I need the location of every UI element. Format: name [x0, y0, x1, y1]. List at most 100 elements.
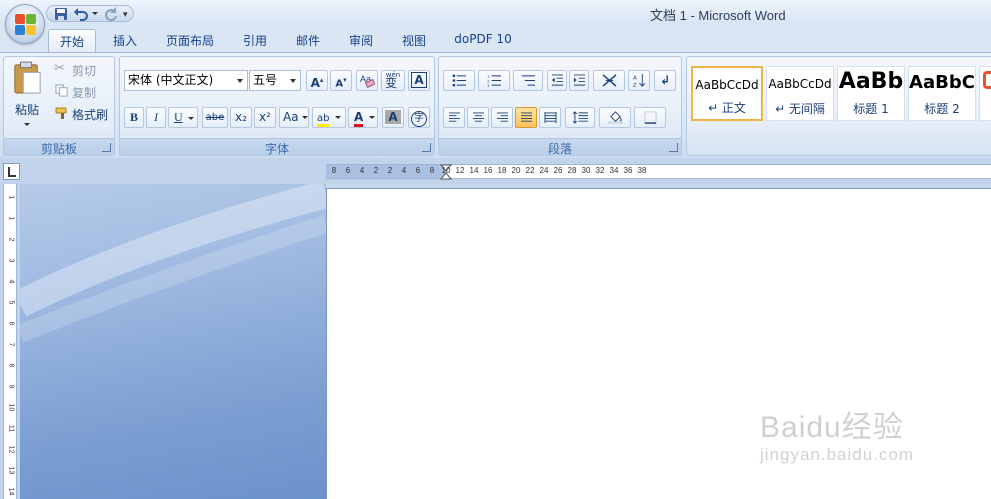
bullets-button[interactable] [443, 70, 475, 91]
paragraph-dialog-launcher-icon[interactable] [669, 143, 678, 152]
tab-label: 引用 [242, 34, 267, 48]
style-heading-1[interactable]: AaBb 标题 1 [837, 66, 905, 121]
bold-button[interactable]: B [124, 107, 144, 128]
font-dialog-launcher-icon[interactable] [422, 143, 431, 152]
tab-references[interactable]: 引用 [232, 29, 278, 52]
undo-icon[interactable] [73, 6, 89, 22]
chinese-layout-button[interactable] [593, 70, 625, 91]
style-name: ↵ 正文 [708, 101, 746, 115]
shading-icon: A [385, 110, 401, 124]
cut-button[interactable]: ✂ 剪切 [52, 61, 112, 79]
line-spacing-button[interactable] [565, 107, 595, 128]
align-center-button[interactable] [467, 107, 489, 128]
undo-dropdown-icon[interactable] [92, 12, 98, 15]
format-painter-label: 格式刷 [72, 108, 109, 122]
style-no-spacing[interactable]: AaBbCcDd ↵ 无间隔 [766, 66, 834, 121]
ruler-mark: 8 [331, 166, 337, 175]
show-hide-marks-button[interactable]: ↲ [654, 70, 676, 91]
character-border-button[interactable]: A [408, 70, 430, 91]
tab-view[interactable]: 视图 [391, 29, 437, 52]
subscript-button[interactable]: x₂ [230, 107, 252, 128]
style-heading-3[interactable] [979, 66, 991, 121]
font-size-select[interactable]: 五号 [249, 70, 301, 91]
copy-icon [55, 84, 68, 97]
ruler-mark: 36 [623, 166, 633, 175]
save-icon[interactable] [53, 6, 69, 22]
horizontal-ruler[interactable]: 8 6 4 2 2 4 6 8 10 12 14 16 18 20 22 24 26 28 30 32 34 36 38 [326, 164, 991, 180]
decrease-indent-button[interactable] [547, 70, 567, 91]
style-partial-icon [983, 71, 991, 89]
paste-icon [14, 61, 41, 94]
chevron-down-icon [237, 79, 243, 83]
strikethrough-button[interactable]: abe [202, 107, 228, 128]
vertical-ruler[interactable]: 1 1 2 3 4 5 6 7 8 9 10 11 12 13 14 [0, 184, 20, 499]
style-heading-2[interactable]: AaBbC 标题 2 [908, 66, 976, 121]
tab-page-layout[interactable]: 页面布局 [158, 29, 222, 52]
copy-label: 复制 [72, 86, 97, 100]
align-right-button[interactable] [491, 107, 513, 128]
increase-indent-button[interactable] [569, 70, 589, 91]
line-spacing-icon [572, 111, 588, 124]
ruler-mark: 6 [415, 166, 421, 175]
phonetic-guide-button[interactable]: wén 变 [381, 70, 405, 91]
redo-icon[interactable] [102, 6, 118, 22]
tab-mailings[interactable]: 邮件 [285, 29, 331, 52]
clear-format-button[interactable]: Aa [356, 70, 378, 91]
tab-review[interactable]: 审阅 [338, 29, 384, 52]
paste-button[interactable]: 粘贴 [8, 61, 46, 131]
office-button[interactable] [5, 4, 45, 44]
ruler-mark: 30 [581, 166, 591, 175]
ruler-mark: 2 [7, 237, 15, 242]
change-case-button[interactable]: Aa [279, 107, 309, 128]
tab-selector[interactable] [3, 163, 20, 180]
subscript-icon: x₂ [235, 110, 247, 124]
sort-button[interactable]: AZ [628, 70, 650, 91]
tab-home[interactable]: 开始 [48, 29, 96, 52]
grow-font-button[interactable]: A▴ [306, 70, 328, 91]
distributed-button[interactable] [539, 107, 561, 128]
enclose-characters-icon: 字 [411, 111, 427, 127]
font-color-button[interactable]: A [348, 107, 378, 128]
underline-button[interactable]: U [168, 107, 198, 128]
watermark: Baidu经验 jingyan.baidu.com [760, 390, 960, 480]
ruler-mark: 2 [387, 166, 393, 175]
title-bar: 文档 1 - Microsoft Word [0, 0, 991, 27]
tab-label: 插入 [112, 34, 137, 48]
watermark-url: jingyan.baidu.com [760, 445, 915, 464]
align-left-button[interactable] [443, 107, 465, 128]
character-shading-button[interactable]: A [382, 107, 404, 128]
font-name-select[interactable]: 宋体 (中文正文) [124, 70, 248, 91]
customize-icon[interactable]: ▾ [123, 10, 128, 20]
borders-button[interactable] [634, 107, 666, 128]
justify-button[interactable] [515, 107, 537, 128]
superscript-button[interactable]: x² [254, 107, 276, 128]
ruler-mark: 1 [7, 216, 15, 221]
svg-text:1: 1 [487, 75, 490, 79]
format-painter-button[interactable]: 格式刷 [52, 105, 112, 123]
multilevel-list-button[interactable] [513, 70, 543, 91]
font-color-icon: A [354, 110, 364, 127]
svg-text:2: 2 [487, 79, 489, 83]
enclose-characters-button[interactable]: 字 [408, 107, 430, 128]
ruler-mark: 34 [609, 166, 619, 175]
clipboard-dialog-launcher-icon[interactable] [102, 143, 111, 152]
shrink-font-button[interactable]: A▾ [330, 70, 352, 91]
tab-label: 开始 [59, 35, 84, 49]
style-sample: AaBbCcDd [768, 77, 832, 91]
ribbon: 粘贴 ✂ 剪切 复制 格式刷 剪贴板 宋体 (中文正文) 五号 A▴ A▾ Aa… [0, 52, 991, 158]
tab-dopdf[interactable]: doPDF 10 [447, 29, 519, 52]
shading-button[interactable] [599, 107, 631, 128]
ruler-mark: 8 [429, 166, 435, 175]
italic-button[interactable]: I [146, 107, 166, 128]
styles-group: AaBbCcDd ↵ 正文 AaBbCcDd ↵ 无间隔 AaBb 标题 1 A… [686, 56, 991, 156]
style-name: 标题 1 [853, 102, 889, 116]
tab-insert[interactable]: 插入 [102, 29, 148, 52]
copy-button[interactable]: 复制 [52, 83, 112, 101]
paragraph-group: 123 AZ ↲ 段落 [438, 56, 682, 156]
paste-dropdown-icon[interactable] [24, 123, 30, 126]
shrink-font-icon: A [335, 78, 344, 90]
style-normal[interactable]: AaBbCcDd ↵ 正文 [691, 66, 763, 121]
distributed-icon [544, 112, 556, 123]
highlight-button[interactable]: ab [312, 107, 346, 128]
numbering-button[interactable]: 123 [478, 70, 510, 91]
